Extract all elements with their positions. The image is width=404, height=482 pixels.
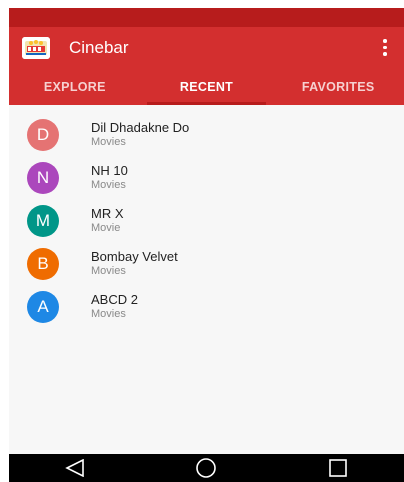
avatar-initial: A (37, 296, 49, 316)
item-subtitle: Movie (91, 222, 121, 234)
recent-list: D Dil Dhadakne Do Movies N NH 10 Movies (9, 105, 404, 328)
status-bar (9, 8, 404, 27)
list-item[interactable]: M MR X Movie (9, 199, 404, 242)
tab-favorites-label: FAVORITES (301, 79, 375, 94)
tab-bar: EXPLORE RECENT FAVORITES (9, 68, 404, 105)
item-title: NH 10 (91, 163, 128, 178)
item-subtitle: Movies (91, 179, 126, 191)
screen: Cinebar EXPLORE RECENT FAVORITES D Dil D… (0, 0, 404, 482)
active-tab-indicator (146, 102, 267, 105)
system-nav-bar (9, 454, 404, 482)
avatar-initial: D (36, 124, 50, 144)
app-window: Cinebar EXPLORE RECENT FAVORITES D Dil D… (9, 8, 404, 482)
cinema-logo-icon (22, 36, 50, 59)
item-title: ABCD 2 (91, 292, 138, 307)
avatar-initial: B (37, 253, 49, 273)
avatar-initial: N (36, 167, 50, 187)
item-subtitle: Movies (91, 136, 126, 148)
item-subtitle: Movies (91, 308, 126, 320)
item-title: Dil Dhadakne Do (91, 120, 190, 135)
item-title: Bombay Velvet (91, 249, 178, 264)
list-item[interactable]: B Bombay Velvet Movies (9, 242, 404, 285)
tab-explore[interactable]: EXPLORE (9, 68, 141, 105)
recents-square-icon[interactable] (318, 454, 358, 482)
back-triangle-icon[interactable] (55, 454, 95, 482)
item-title: MR X (91, 206, 124, 221)
tab-recent-label: RECENT (179, 79, 234, 94)
list-item[interactable]: A ABCD 2 Movies (9, 285, 404, 328)
avatar: A (27, 290, 59, 323)
more-vert-icon[interactable] (376, 36, 394, 60)
home-circle-icon[interactable] (186, 454, 226, 482)
app-title: Cinebar (69, 37, 129, 57)
avatar: N (27, 161, 59, 194)
tab-explore-label: EXPLORE (43, 79, 106, 94)
item-subtitle: Movies (91, 265, 126, 277)
avatar-initial: M (35, 210, 51, 230)
avatar: B (27, 247, 59, 280)
tab-recent[interactable]: RECENT (141, 68, 273, 105)
tab-favorites[interactable]: FAVORITES (272, 68, 404, 105)
list-item[interactable]: N NH 10 Movies (9, 156, 404, 199)
avatar: D (27, 118, 59, 151)
frame-left (0, 0, 9, 482)
list-item[interactable]: D Dil Dhadakne Do Movies (9, 113, 404, 156)
avatar: M (27, 204, 59, 237)
app-toolbar: Cinebar (9, 27, 404, 68)
